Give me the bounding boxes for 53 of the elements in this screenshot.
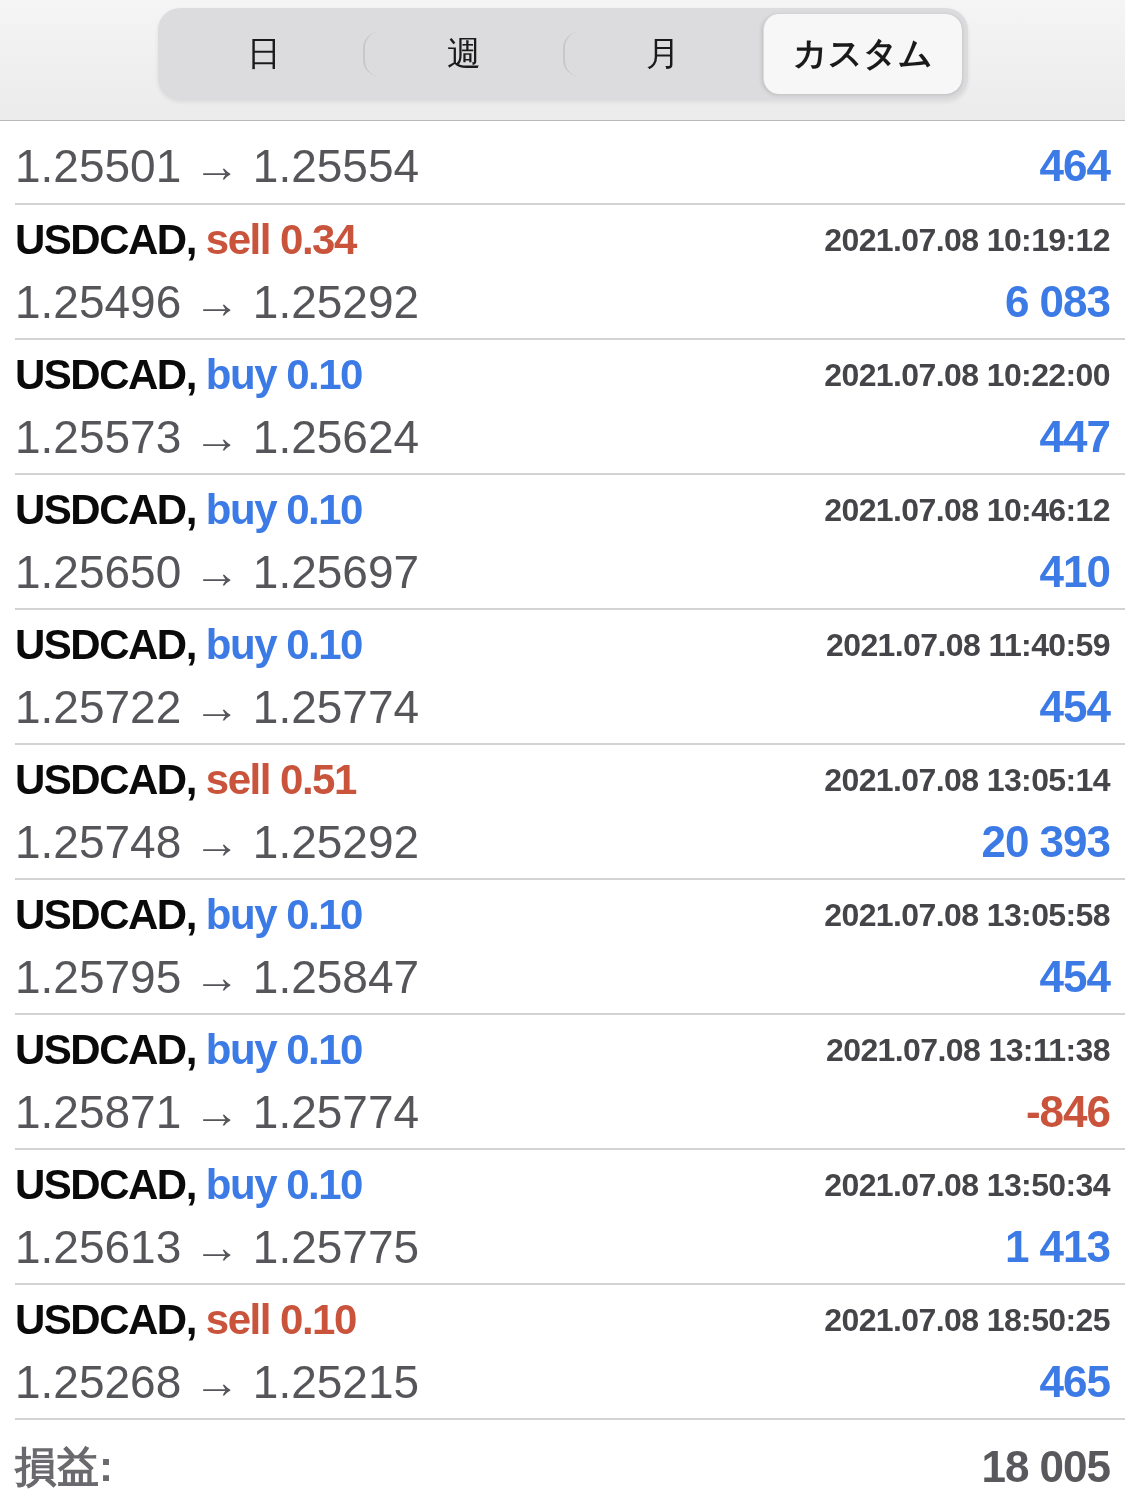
total-value: 18 005 [981,1442,1110,1492]
price-range: 1.25722 → 1.25774 [15,680,420,734]
profit-value: 410 [1039,547,1110,597]
order-type: buy 0.10 [205,891,362,939]
trade-time: 2021.07.08 13:05:58 [824,896,1110,934]
currency-pair: USDCAD, [15,1026,196,1074]
currency-pair: USDCAD, [15,756,196,804]
price-range: 1.25748 → 1.25292 [15,815,420,869]
profit-value: 447 [1039,412,1110,462]
price-range: 1.25268 → 1.25215 [15,1355,420,1409]
currency-pair: USDCAD, [15,1161,196,1209]
order-type: buy 0.10 [205,1026,362,1074]
currency-pair: USDCAD, [15,351,196,399]
currency-pair: USDCAD, [15,621,196,669]
profit-value: 454 [1039,952,1110,1002]
trade-time: 2021.07.08 13:50:34 [824,1166,1110,1204]
currency-pair: USDCAD, [15,216,196,264]
total-label: 損益: [15,1442,113,1492]
order-type: buy 0.10 [205,486,362,534]
order-type: sell 0.34 [205,216,356,264]
price-range: 1.25795 → 1.25847 [15,950,420,1004]
order-type: buy 0.10 [205,351,362,399]
order-type: buy 0.10 [205,621,362,669]
order-type: sell 0.10 [205,1296,356,1344]
period-tab[interactable]: 日 [163,32,363,76]
order-type: buy 0.10 [205,1161,362,1209]
profit-value: 6 083 [1004,277,1110,327]
profit-value: 1 413 [1004,1222,1110,1272]
period-tab[interactable]: 月 [562,32,762,76]
period-tab[interactable]: 週 [363,32,563,76]
trade-time: 2021.07.08 13:05:14 [824,761,1110,799]
profit-value: 464 [1039,141,1110,191]
price-range: 1.25501 → 1.25554 [15,139,420,193]
profit-value: 454 [1039,682,1110,732]
profit-value: -846 [1025,1087,1110,1137]
currency-pair: USDCAD, [15,1296,196,1344]
trade-time: 2021.07.08 10:22:00 [824,356,1110,394]
trade-time: 2021.07.08 18:50:25 [824,1301,1110,1339]
currency-pair: USDCAD, [15,891,196,939]
trade-time: 2021.07.08 10:46:12 [824,491,1110,529]
period-tab[interactable]: カスタム [762,14,962,94]
profit-value: 20 393 [981,817,1110,867]
trade-time: 2021.07.08 10:19:12 [824,221,1110,259]
price-range: 1.25613 → 1.25775 [15,1220,420,1274]
price-range: 1.25573 → 1.25624 [15,410,420,464]
price-range: 1.25650 → 1.25697 [15,545,420,599]
order-type: sell 0.51 [205,756,356,804]
trade-time: 2021.07.08 11:40:59 [826,626,1110,664]
price-range: 1.25871 → 1.25774 [15,1085,420,1139]
profit-value: 465 [1039,1357,1110,1407]
currency-pair: USDCAD, [15,486,196,534]
trade-time: 2021.07.08 13:11:38 [826,1031,1110,1069]
price-range: 1.25496 → 1.25292 [15,275,420,329]
